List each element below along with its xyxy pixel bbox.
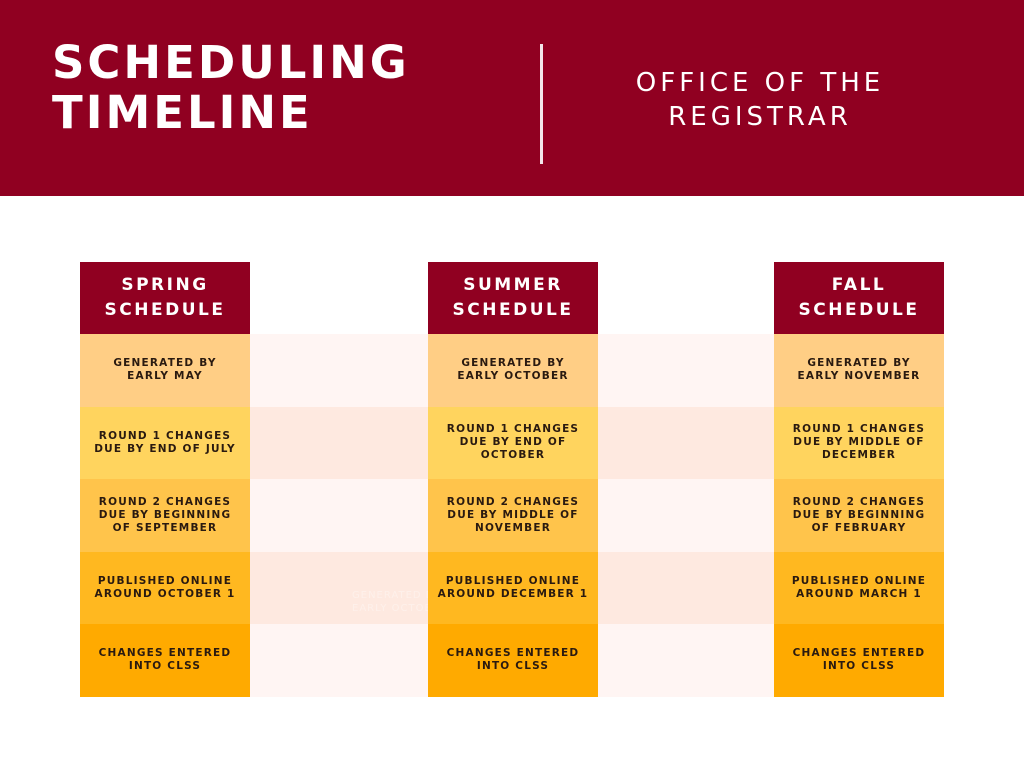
ghost-line-2: EARLY OCTOBER (352, 603, 432, 614)
step-text: ROUND 2 CHANGES DUE BY BEGINNING OF SEPT… (98, 495, 232, 534)
step-text: ROUND 1 CHANGES DUE BY END OF OCTOBER (446, 423, 580, 462)
step-text: CHANGES ENTERED INTO CLSS (98, 647, 232, 673)
step-cell: PUBLISHED ONLINE AROUND OCTOBER 1 (80, 551, 250, 624)
header-banner: SCHEDULING TIMELINE OFFICE OF THE REGIST… (0, 0, 1024, 196)
title-line-1: SCHEDULING (52, 36, 410, 89)
column-header-summer: SUMMER SCHEDULE (428, 262, 598, 334)
step-text: GENERATED BY EARLY OCTOBER (457, 357, 569, 383)
step-cell: ROUND 2 CHANGES DUE BY MIDDLE OF NOVEMBE… (428, 479, 598, 552)
ghost-line-1: GENERATED BY (352, 590, 432, 601)
column-header-line: FALL (831, 275, 887, 295)
background-stripe (598, 334, 774, 407)
step-cell: ROUND 1 CHANGES DUE BY END OF OCTOBER (428, 406, 598, 479)
step-text: PUBLISHED ONLINE AROUND OCTOBER 1 (94, 574, 236, 600)
title-line-2: TIMELINE (52, 86, 313, 139)
step-cell: GENERATED BY EARLY OCTOBER (428, 334, 598, 407)
step-cell: GENERATED BY EARLY NOVEMBER (774, 334, 944, 407)
column-header-line: SCHEDULE (452, 300, 574, 320)
step-cell: ROUND 1 CHANGES DUE BY MIDDLE OF DECEMBE… (774, 406, 944, 479)
subtitle-line-2: REGISTRAR (668, 102, 852, 132)
step-text: ROUND 1 CHANGES DUE BY MIDDLE OF DECEMBE… (792, 423, 926, 462)
column-header-line: SPRING (121, 275, 209, 295)
step-cell: CHANGES ENTERED INTO CLSS (80, 624, 250, 697)
step-text: GENERATED BY EARLY NOVEMBER (797, 357, 921, 383)
step-text: CHANGES ENTERED INTO CLSS (792, 647, 926, 673)
step-text: ROUND 2 CHANGES DUE BY BEGINNING OF FEBR… (792, 495, 926, 534)
step-cell: PUBLISHED ONLINE AROUND DECEMBER 1 (428, 551, 598, 624)
ghost-text: GENERATED BY EARLY OCTOBER (352, 589, 432, 615)
background-stripe (598, 479, 774, 552)
step-cell: CHANGES ENTERED INTO CLSS (428, 624, 598, 697)
column-fall: FALL SCHEDULE GENERATED BY EARLY NOVEMBE… (774, 262, 944, 697)
step-text: PUBLISHED ONLINE AROUND DECEMBER 1 (437, 574, 589, 600)
column-header-fall: FALL SCHEDULE (774, 262, 944, 334)
step-text: CHANGES ENTERED INTO CLSS (446, 647, 580, 673)
background-stripe (250, 624, 428, 697)
step-cell: ROUND 2 CHANGES DUE BY BEGINNING OF SEPT… (80, 479, 250, 552)
background-stripe (598, 624, 774, 697)
step-text: GENERATED BY EARLY MAY (113, 357, 217, 383)
office-name: OFFICE OF THE REGISTRAR (600, 66, 920, 134)
column-header-line: SCHEDULE (798, 300, 920, 320)
background-stripe (250, 334, 428, 407)
step-cell: CHANGES ENTERED INTO CLSS (774, 624, 944, 697)
background-stripe (598, 406, 774, 480)
background-stripe (250, 406, 428, 480)
background-stripe (598, 551, 774, 625)
step-cell: ROUND 1 CHANGES DUE BY END OF JULY (80, 406, 250, 479)
step-text: ROUND 1 CHANGES DUE BY END OF JULY (94, 429, 236, 455)
column-header-spring: SPRING SCHEDULE (80, 262, 250, 334)
header-divider (540, 44, 543, 164)
column-spring: SPRING SCHEDULE GENERATED BY EARLY MAY R… (80, 262, 250, 697)
step-cell: ROUND 2 CHANGES DUE BY BEGINNING OF FEBR… (774, 479, 944, 552)
subtitle-line-1: OFFICE OF THE (635, 68, 885, 98)
column-header-line: SUMMER (463, 275, 563, 295)
step-cell: PUBLISHED ONLINE AROUND MARCH 1 (774, 551, 944, 624)
background-stripe (250, 479, 428, 552)
column-summer: SUMMER SCHEDULE GENERATED BY EARLY OCTOB… (428, 262, 598, 697)
step-cell: GENERATED BY EARLY MAY (80, 334, 250, 407)
step-text: PUBLISHED ONLINE AROUND MARCH 1 (791, 574, 927, 600)
column-header-line: SCHEDULE (104, 300, 226, 320)
step-text: ROUND 2 CHANGES DUE BY MIDDLE OF NOVEMBE… (446, 495, 580, 534)
page-title: SCHEDULING TIMELINE (52, 38, 410, 138)
